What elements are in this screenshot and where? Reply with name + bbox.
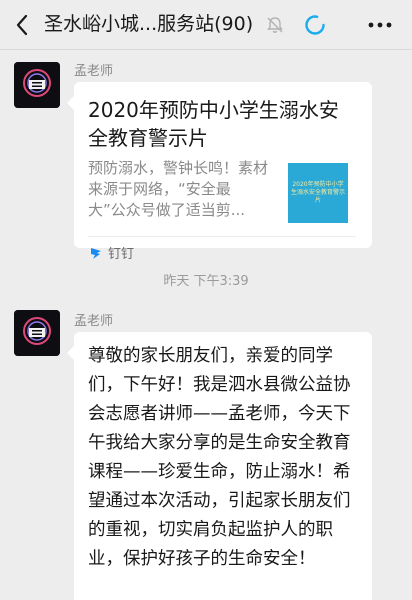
sender-name: 孟老师: [74, 64, 114, 79]
sender-name: 孟老师: [74, 314, 114, 329]
avatar[interactable]: [14, 62, 60, 108]
more-icon[interactable]: [368, 22, 392, 28]
card-divider: [88, 236, 356, 237]
avatar-logo-icon: [14, 310, 60, 356]
chat-header: 圣水峪小城...服务站(90): [0, 0, 412, 50]
chat-title: 圣水峪小城...服务站(90): [44, 13, 254, 35]
loading-icon: [305, 15, 325, 35]
message-timestamp: 昨天 下午3:39: [163, 274, 249, 289]
text-message-bubble[interactable]: 尊敬的家长朋友们，亲爱的同学们，下午好！我是泗水县微公益协会志愿者讲师——孟老师…: [67, 332, 372, 600]
card-description: 预防溺水，警钟长鸣！素材来源于网络，“安全最大”公众号做了适当剪...: [88, 159, 268, 219]
avatar[interactable]: [14, 310, 60, 356]
message-text: 尊敬的家长朋友们，亲爱的同学们，下午好！我是泗水县微公益协会志愿者讲师——孟老师…: [88, 346, 351, 569]
card-thumbnail: 2020年预防中小学生溺水安全教育警示片: [288, 163, 348, 223]
mute-icon: [267, 17, 283, 33]
card-source: 钉钉: [108, 247, 135, 262]
avatar-logo-icon: [14, 62, 60, 108]
card-title: 2020年预防中小学生溺水安全教育警示片: [88, 98, 339, 150]
link-card-bubble[interactable]: 2020年预防中小学生溺水安全教育警示片 预防溺水，警钟长鸣！素材来源于网络，“…: [67, 82, 372, 262]
back-icon[interactable]: [14, 13, 30, 37]
dingtalk-icon: [91, 248, 101, 259]
thumbnail-text: 2020年预防中小学生溺水安全教育警示片: [291, 181, 346, 204]
